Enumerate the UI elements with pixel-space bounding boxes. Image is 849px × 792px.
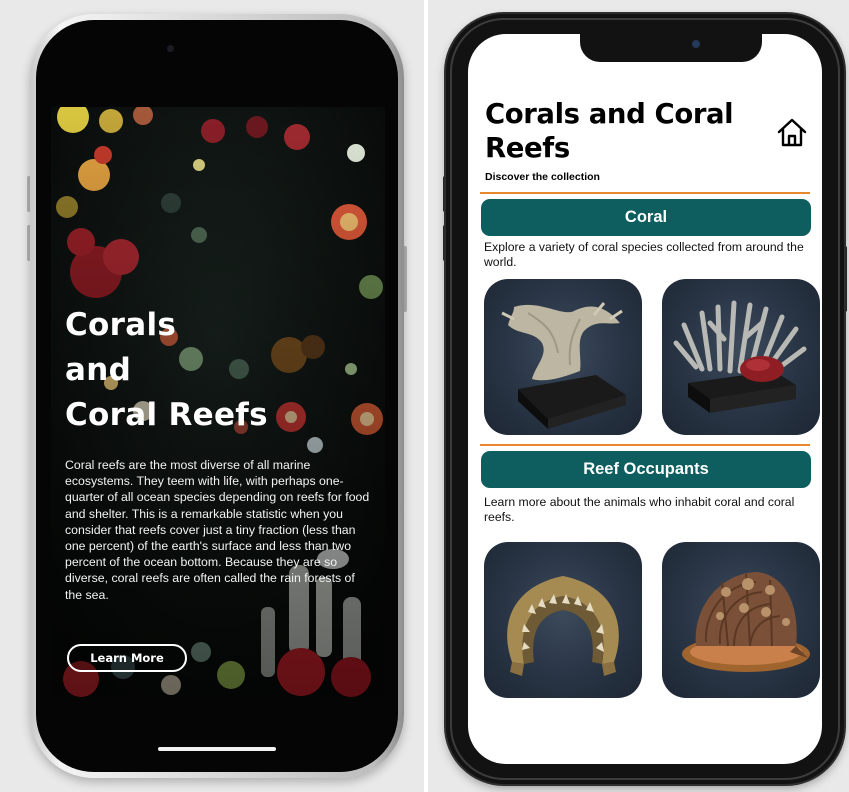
front-camera-icon <box>692 40 700 48</box>
coral-section-description: Explore a variety of coral species colle… <box>484 240 804 269</box>
page-subtitle: Discover the collection <box>485 171 600 183</box>
reef-occupants-section-description: Learn more about the animals who inhabit… <box>484 495 795 524</box>
learn-more-button[interactable]: Learn More <box>67 644 187 672</box>
right-phone-screen: Corals and Coral Reefs Discover the coll… <box>468 34 822 764</box>
hero-title: Corals and Coral Reefs <box>65 303 268 438</box>
branching-coral-specimen-icon <box>673 300 807 413</box>
home-icon[interactable] <box>775 116 809 150</box>
section-divider-1 <box>480 192 810 194</box>
reef-occupant-card-shark-jaw[interactable] <box>484 542 642 698</box>
coral-section-button[interactable]: Coral <box>481 199 811 236</box>
shark-jaw-specimen-icon <box>507 576 619 676</box>
section-divider-2 <box>480 444 810 446</box>
reef-occupant-card-shell[interactable] <box>662 542 820 698</box>
reef-occupants-section-button[interactable]: Reef Occupants <box>481 451 811 488</box>
coral-card-branching[interactable] <box>662 279 820 435</box>
front-camera-icon <box>167 45 174 52</box>
fan-coral-specimen-icon <box>501 302 626 429</box>
coral-card-fan[interactable] <box>484 279 642 435</box>
left-home-indicator <box>158 747 276 751</box>
phone-notch <box>580 34 762 62</box>
hero-title-line-2: and <box>65 352 132 388</box>
left-phone-screen: Corals and Coral Reefs Coral reefs are t… <box>51 107 385 697</box>
hero-description: Coral reefs are the most diverse of all … <box>65 458 370 602</box>
hero-title-line-3: Coral Reefs <box>65 397 268 433</box>
hero-title-line-1: Corals <box>65 307 177 343</box>
conch-shell-specimen-icon <box>682 572 810 672</box>
page-title: Corals and Coral Reefs <box>485 98 734 164</box>
